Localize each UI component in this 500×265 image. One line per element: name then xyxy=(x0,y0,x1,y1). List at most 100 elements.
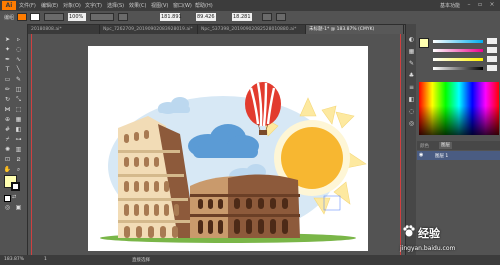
stroke-color-swatch[interactable] xyxy=(11,182,20,191)
lasso-icon[interactable]: ◌ xyxy=(14,46,23,54)
layer-row[interactable]: ◉ 图层 1 xyxy=(417,151,500,160)
guide-line-left[interactable] xyxy=(31,34,32,255)
menu-file[interactable]: 文件(F) xyxy=(19,2,36,9)
guide-line-right[interactable] xyxy=(400,34,401,255)
stroke-weight-dropdown[interactable] xyxy=(44,13,64,21)
default-colors-icon[interactable] xyxy=(4,195,11,202)
color-input-y[interactable] xyxy=(487,56,497,62)
app-logo: Ai xyxy=(2,1,16,10)
symbols-panel-icon[interactable]: ♣ xyxy=(407,72,416,80)
mesh-tool-icon[interactable]: # xyxy=(3,126,12,134)
selection-label: 编组 xyxy=(4,15,15,21)
tools-panel: ➤ ▹ ✦ ◌ ✒ ∿ T ╲ ▭ ✎ ✏ ◫ ↻ ⤡ ⋈ ⬚ ⊕ ▦ # ◧ … xyxy=(0,24,28,255)
color-input-k[interactable] xyxy=(487,65,497,71)
layer-name[interactable]: 图层 1 xyxy=(435,153,448,159)
menu-select[interactable]: 选择(S) xyxy=(107,2,124,9)
isolate-icon[interactable] xyxy=(276,13,286,21)
appearance-panel-icon[interactable]: ◎ xyxy=(407,120,416,128)
menu-type[interactable]: 文字(T) xyxy=(85,2,102,9)
draw-mode-icon[interactable]: ◎ xyxy=(3,204,12,212)
zoom-level[interactable]: 183.87% xyxy=(4,257,24,262)
w-input[interactable]: 18.281 xyxy=(232,13,252,21)
y-input[interactable]: 89.426 xyxy=(196,13,216,21)
zoom-tool-icon[interactable]: ⌕ xyxy=(14,166,23,174)
paintbrush-icon[interactable]: ✎ xyxy=(14,76,23,84)
color-slider-y[interactable] xyxy=(433,58,483,61)
color-slider-c[interactable] xyxy=(433,40,483,43)
maximize-icon[interactable]: ▫ xyxy=(475,1,485,9)
pencil-icon[interactable]: ✏ xyxy=(3,86,12,94)
color-input-m[interactable] xyxy=(487,47,497,53)
tab-document-3[interactable]: Npc_537398_20190902082528010880.ai* xyxy=(198,25,306,34)
swap-colors-icon[interactable]: ⇄ xyxy=(12,194,18,200)
workspace-switcher[interactable]: 基本功能 xyxy=(440,2,460,9)
tab-color[interactable]: 颜色 xyxy=(420,143,429,149)
swatches-panel-icon[interactable]: ▦ xyxy=(407,48,416,56)
minimize-icon[interactable]: – xyxy=(464,1,474,9)
menu-view[interactable]: 视图(V) xyxy=(151,2,168,9)
color-fill-indicator[interactable] xyxy=(419,38,429,48)
artboard[interactable] xyxy=(88,46,368,251)
artboard-tool-icon[interactable]: ⊡ xyxy=(3,156,12,164)
baidu-paw-icon xyxy=(403,225,415,237)
tab-document-2[interactable]: Npc_7262709_20190902083928019.ai* xyxy=(100,25,198,34)
rectangle-tool-icon[interactable]: ▭ xyxy=(3,76,12,84)
colosseum-right-section xyxy=(190,174,300,238)
artboard-number[interactable]: 1 xyxy=(44,257,47,262)
direct-selection-tool-icon[interactable]: ▹ xyxy=(14,36,23,44)
fill-swatch[interactable] xyxy=(17,13,27,21)
menu-object[interactable]: 对象(O) xyxy=(63,2,81,9)
tab-layers[interactable]: 图层 xyxy=(439,142,452,149)
width-tool-icon[interactable]: ⋈ xyxy=(3,106,12,114)
magic-wand-icon[interactable]: ✦ xyxy=(3,46,12,54)
menu-effect[interactable]: 效果(C) xyxy=(129,2,146,9)
line-tool-icon[interactable]: ╲ xyxy=(14,66,23,74)
tab-document-1[interactable]: 20180808.ai* xyxy=(28,25,100,34)
menu-window[interactable]: 窗口(W) xyxy=(173,2,192,9)
menu-help[interactable]: 帮助(H) xyxy=(195,2,213,9)
graph-tool-icon[interactable]: ▥ xyxy=(14,146,23,154)
gradient-tool-icon[interactable]: ◧ xyxy=(14,126,23,134)
pen-tool-icon[interactable]: ✒ xyxy=(3,56,12,64)
stroke-swatch[interactable] xyxy=(30,13,40,21)
align-icon[interactable] xyxy=(118,13,128,21)
symbol-sprayer-icon[interactable]: ✺ xyxy=(3,146,12,154)
free-transform-icon[interactable]: ⬚ xyxy=(14,106,23,114)
stroke-panel-icon[interactable]: ≡ xyxy=(407,84,416,92)
menu-edit[interactable]: 编辑(E) xyxy=(41,2,58,9)
color-panel-icon[interactable]: ◐ xyxy=(407,36,416,44)
visibility-eye-icon[interactable]: ◉ xyxy=(419,152,423,158)
control-bar: 编组 100% 181.891 89.426 18.281 xyxy=(0,11,500,25)
perspective-grid-icon[interactable]: ▦ xyxy=(14,116,23,124)
shape-builder-icon[interactable]: ⊕ xyxy=(3,116,12,124)
canvas-area[interactable] xyxy=(28,34,404,255)
eyedropper-icon[interactable]: ⌿ xyxy=(3,136,12,144)
menu-bar: Ai 文件(F) 编辑(E) 对象(O) 文字(T) 选择(S) 效果(C) 视… xyxy=(0,0,500,11)
color-panel xyxy=(417,36,500,139)
color-spectrum[interactable] xyxy=(419,82,499,135)
eraser-icon[interactable]: ◫ xyxy=(14,86,23,94)
x-input[interactable]: 181.891 xyxy=(160,13,182,21)
color-slider-k[interactable] xyxy=(433,67,483,70)
brushes-panel-icon[interactable]: ✎ xyxy=(407,60,416,68)
type-tool-icon[interactable]: T xyxy=(3,66,12,74)
transparency-panel-icon[interactable]: ◌ xyxy=(407,108,416,116)
transform-icon[interactable] xyxy=(262,13,272,21)
gradient-panel-icon[interactable]: ◧ xyxy=(407,96,416,104)
right-panel: ◐ ▦ ✎ ♣ ≡ ◧ ◌ ◎ 颜色 图层 ◉ 图层 1 xyxy=(405,24,500,255)
rotate-tool-icon[interactable]: ↻ xyxy=(3,96,12,104)
screen-mode-icon[interactable]: ▣ xyxy=(14,204,23,212)
blend-tool-icon[interactable]: ⊶ xyxy=(14,136,23,144)
tab-document-active[interactable]: 未标题-1* @ 183.87% (CMYK) xyxy=(306,25,404,34)
close-icon[interactable]: × xyxy=(487,1,497,9)
color-slider-m[interactable] xyxy=(433,49,483,52)
color-input-c[interactable] xyxy=(487,38,497,44)
style-dropdown[interactable] xyxy=(90,13,114,21)
selection-tool-icon[interactable]: ➤ xyxy=(3,36,12,44)
curvature-tool-icon[interactable]: ∿ xyxy=(14,56,23,64)
opacity-input[interactable]: 100% xyxy=(68,13,86,21)
scale-tool-icon[interactable]: ⤡ xyxy=(14,96,23,104)
hand-tool-icon[interactable]: ✋ xyxy=(3,166,12,174)
slice-tool-icon[interactable]: ⧄ xyxy=(14,156,23,164)
panel-icon-strip: ◐ ▦ ✎ ♣ ≡ ◧ ◌ ◎ xyxy=(406,24,416,255)
